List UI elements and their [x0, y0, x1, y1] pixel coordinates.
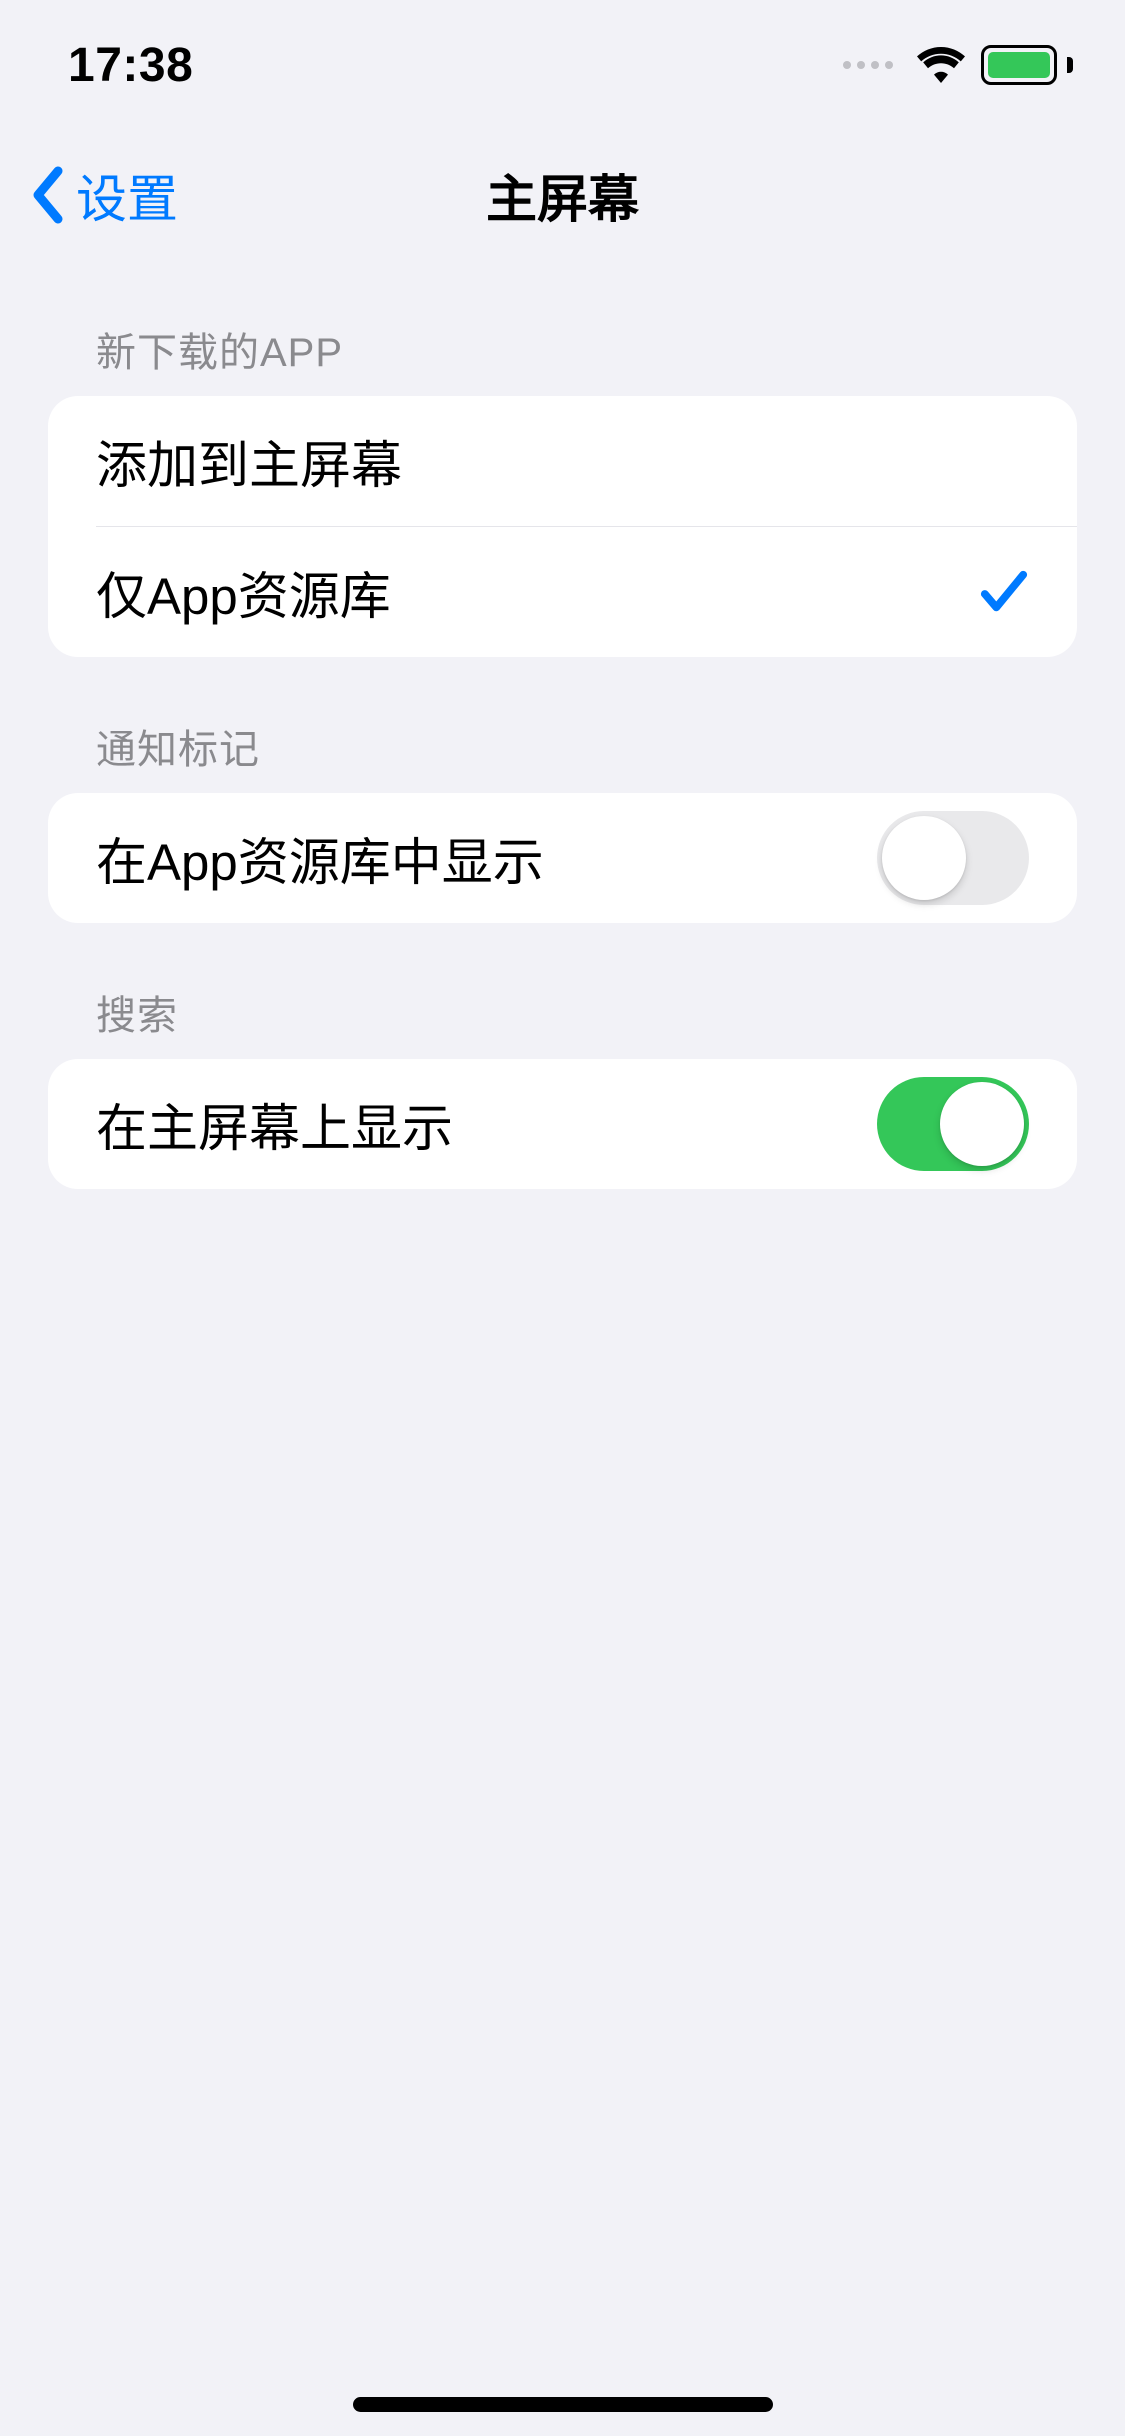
toggle-label: 在App资源库中显示	[96, 821, 544, 895]
toggle-show-on-home[interactable]	[877, 1077, 1029, 1171]
chevron-left-icon	[30, 165, 66, 225]
signal-dots-icon	[843, 61, 893, 69]
group-badges: 在App资源库中显示	[48, 793, 1077, 923]
section-header-search: 搜索	[48, 923, 1077, 1059]
option-label: 仅App资源库	[96, 555, 391, 629]
row-show-in-app-library: 在App资源库中显示	[48, 793, 1077, 923]
status-time: 17:38	[68, 38, 193, 93]
back-button[interactable]: 设置	[30, 158, 178, 232]
group-new-apps: 添加到主屏幕 仅App资源库	[48, 396, 1077, 657]
option-app-library-only[interactable]: 仅App资源库	[96, 527, 1077, 657]
section-header-new-apps: 新下载的APP	[48, 260, 1077, 396]
nav-bar: 设置 主屏幕	[0, 130, 1125, 260]
row-show-on-home: 在主屏幕上显示	[48, 1059, 1077, 1189]
toggle-label: 在主屏幕上显示	[96, 1087, 453, 1161]
home-indicator[interactable]	[353, 2397, 773, 2412]
checkmark-icon	[979, 568, 1029, 616]
back-label: 设置	[76, 158, 178, 232]
group-search: 在主屏幕上显示	[48, 1059, 1077, 1189]
status-right	[843, 45, 1065, 85]
status-bar: 17:38	[0, 0, 1125, 130]
option-add-to-home[interactable]: 添加到主屏幕	[48, 396, 1077, 526]
page-title: 主屏幕	[486, 158, 639, 232]
option-label: 添加到主屏幕	[96, 424, 402, 498]
toggle-show-in-app-library[interactable]	[877, 811, 1029, 905]
wifi-icon	[917, 47, 965, 83]
section-header-badges: 通知标记	[48, 657, 1077, 793]
battery-icon	[981, 45, 1065, 85]
